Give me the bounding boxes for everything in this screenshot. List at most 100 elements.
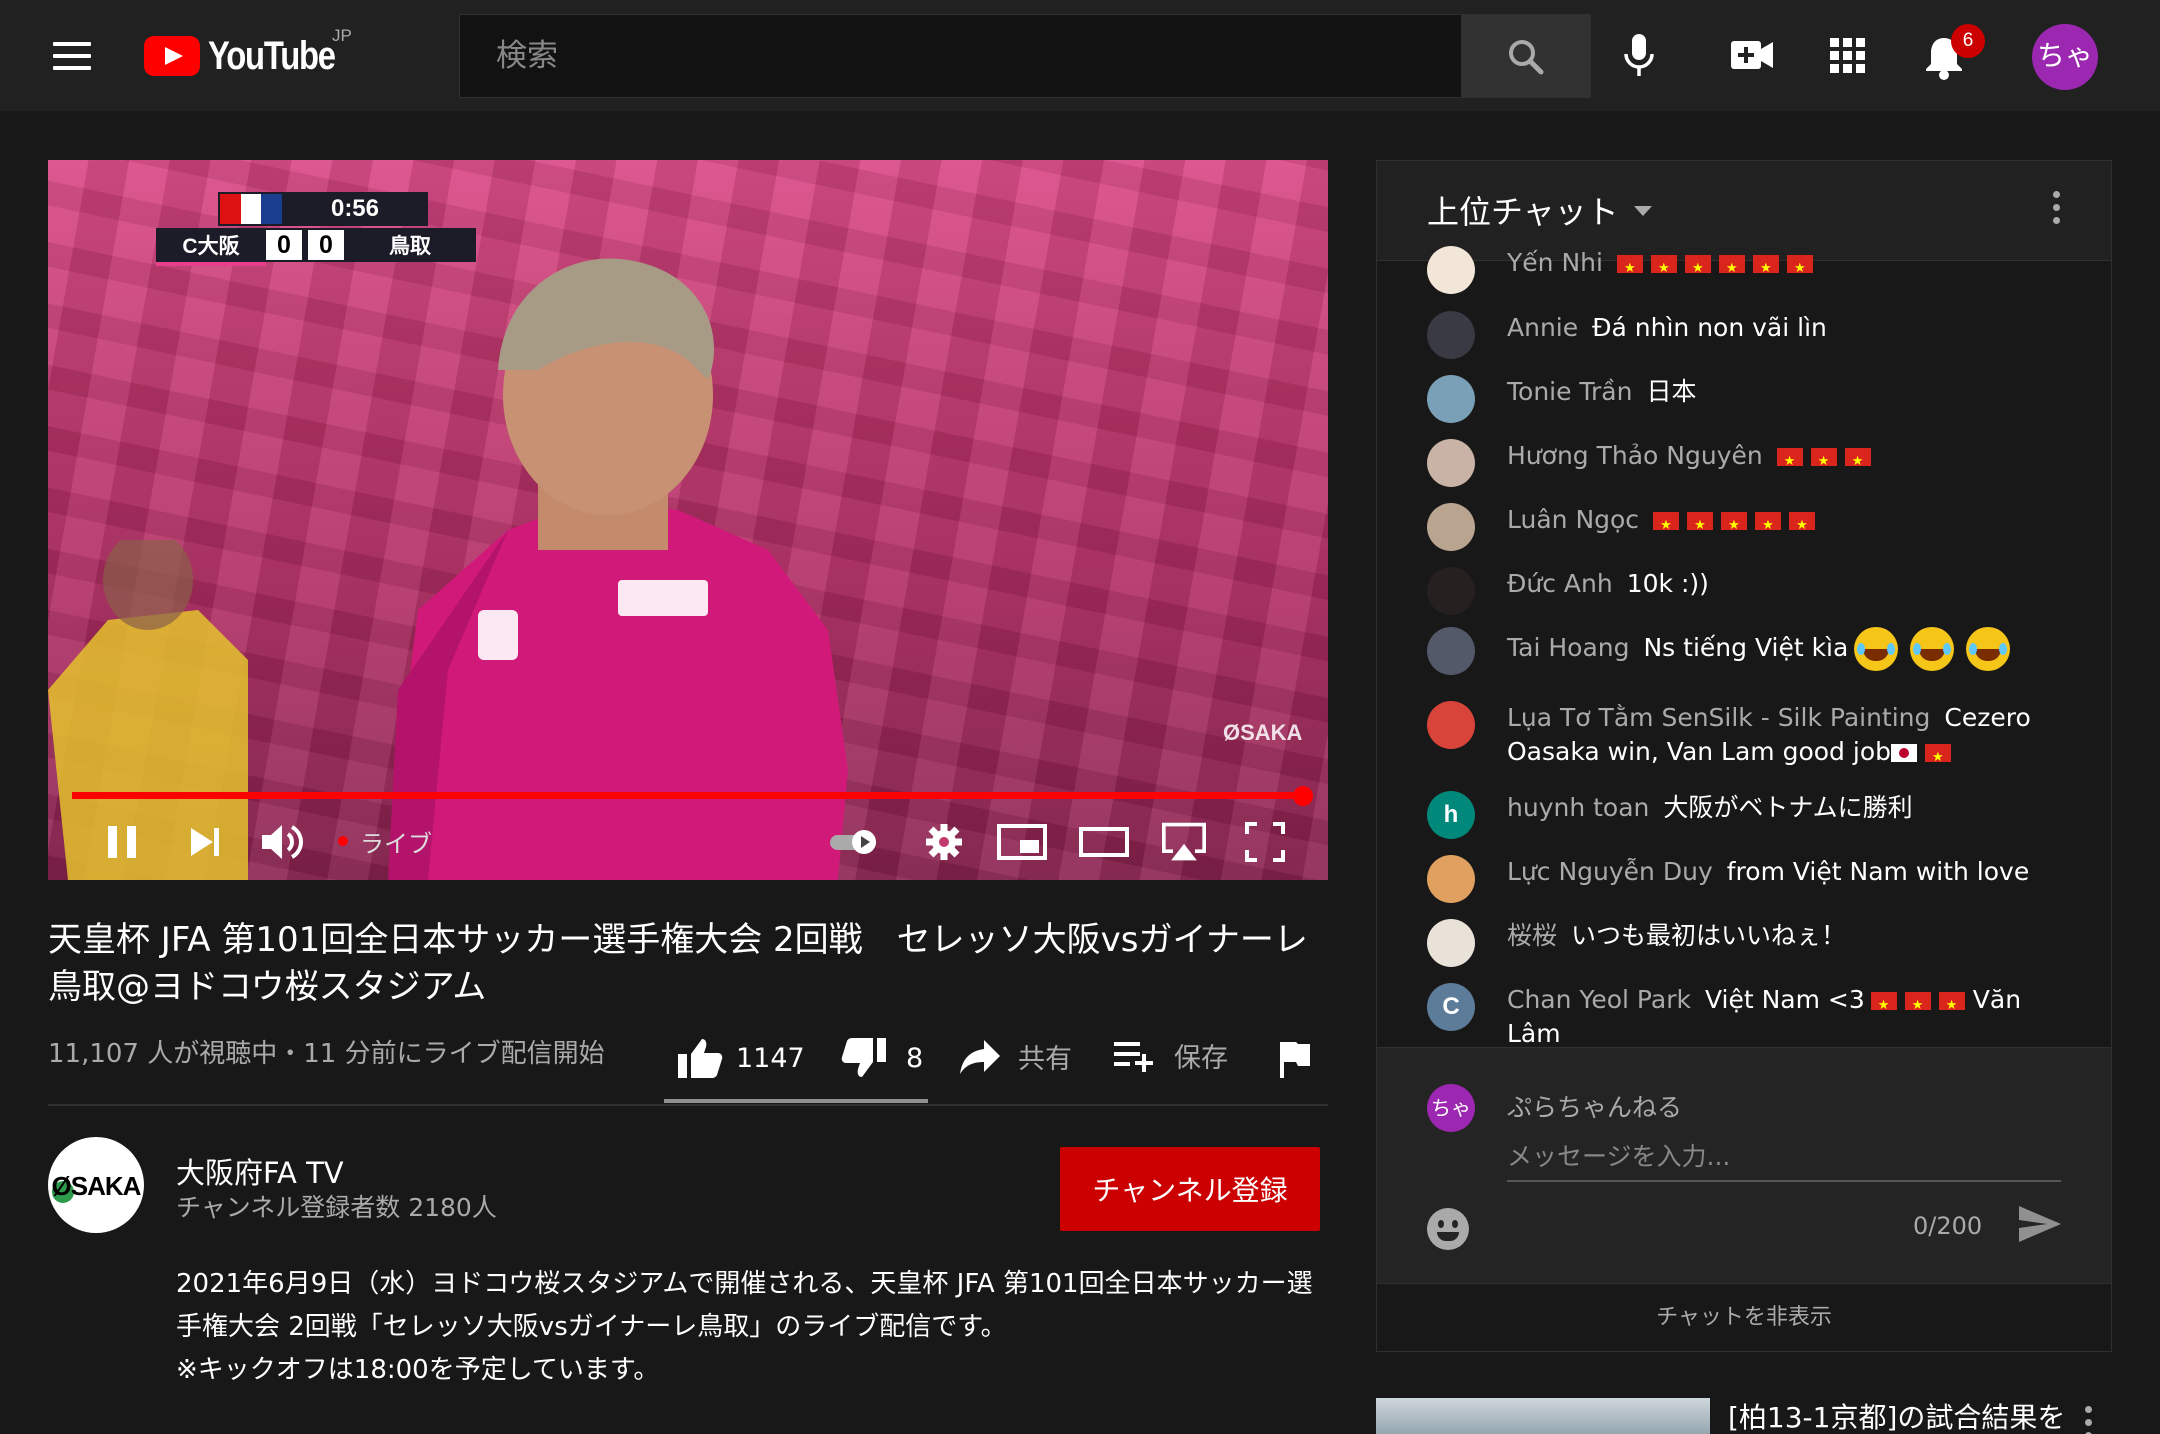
home-team-color-bar: [156, 262, 266, 266]
chat-author-name[interactable]: Tai Hoang: [1507, 633, 1629, 662]
apps-grid-icon[interactable]: [1830, 38, 1866, 74]
emoji-picker-icon[interactable]: [1427, 1208, 1469, 1250]
chat-message: Yến Nhi: [1427, 246, 1821, 294]
like-ratio-bar: [664, 1099, 928, 1103]
chat-message: Lực Nguyễn Duy from Việt Nam with love: [1427, 855, 2029, 903]
chat-message-body: Hương Thảo Nguyên: [1507, 439, 1879, 479]
chat-author-name[interactable]: Annie: [1507, 313, 1578, 342]
chat-message-body: huynh toan 大阪がベトナムに勝利: [1507, 791, 1913, 825]
send-icon[interactable]: [2017, 1204, 2063, 1244]
chat-author-avatar[interactable]: [1427, 919, 1475, 967]
chat-author-name[interactable]: Lụa Tơ Tằm SenSilk - Silk Painting: [1507, 703, 1930, 732]
chat-message-text: from Việt Nam with love: [1726, 857, 2030, 886]
related-more-options-icon[interactable]: [2085, 1406, 2092, 1434]
miniplayer-icon[interactable]: [996, 820, 1048, 864]
report-flag-icon[interactable]: [1276, 1040, 1312, 1080]
vietnam-flag-icon: [1870, 989, 1897, 1023]
share-button[interactable]: 共有: [958, 1036, 1072, 1076]
match-clock: 0:56: [330, 195, 380, 222]
chat-author-avatar[interactable]: [1427, 855, 1475, 903]
video-title: 天皇杯 JFA 第101回全日本サッカー選手権大会 2回戦 セレッソ大阪vsガイ…: [48, 920, 1308, 1007]
chat-author-name[interactable]: Luân Ngọc: [1507, 505, 1639, 534]
chat-message: C Chan Yeol ParkViệt Nam <3Văn Lâm: [1427, 983, 2067, 1051]
chevron-down-icon[interactable]: [1634, 206, 1652, 216]
thumbs-down-icon: [841, 1038, 886, 1077]
emperors-cup-logo: [220, 194, 283, 224]
chat-author-avatar[interactable]: [1427, 627, 1475, 675]
live-label[interactable]: ライブ: [360, 824, 432, 859]
playlist-add-icon: [1114, 1041, 1153, 1072]
more-options-icon[interactable]: [2053, 191, 2061, 230]
chat-message: Hương Thảo Nguyên: [1427, 439, 1879, 487]
notification-count-badge: 6: [1951, 24, 1985, 58]
chat-message-body: Chan Yeol ParkViệt Nam <3Văn Lâm: [1507, 983, 2067, 1051]
chat-message: Đức Anh 10k :)): [1427, 567, 1709, 615]
account-avatar[interactable]: ちゃ: [2032, 24, 2098, 90]
create-video-icon[interactable]: [1730, 38, 1774, 72]
chat-author-name[interactable]: Tonie Trần: [1507, 377, 1632, 406]
home-team: C大阪: [182, 235, 240, 258]
logo-region: JP: [332, 26, 352, 45]
chat-author-name[interactable]: Lực Nguyễn Duy: [1507, 857, 1713, 886]
vietnam-flag-icon: [1653, 509, 1680, 543]
search-button[interactable]: [1461, 14, 1591, 98]
settings-gear-icon[interactable]: [922, 820, 966, 864]
youtube-logo[interactable]: YouTube: [144, 31, 363, 81]
thumbs-up-icon: [678, 1039, 723, 1078]
save-label: 保存: [1174, 1043, 1228, 1074]
chat-author-name[interactable]: Yến Nhi: [1507, 248, 1603, 277]
chat-input-area: ちゃ ぷらちゃんねる 0/200: [1377, 1047, 2111, 1283]
channel-name[interactable]: 大阪府FA TV: [176, 1150, 344, 1192]
chat-author-avatar[interactable]: [1427, 311, 1475, 359]
chat-author-avatar[interactable]: [1427, 246, 1475, 294]
subscribe-button[interactable]: チャンネル登録: [1060, 1147, 1320, 1231]
chat-message-body: Yến Nhi: [1507, 246, 1821, 286]
chat-author-name[interactable]: Hương Thảo Nguyên: [1507, 441, 1763, 470]
search-icon: [1509, 40, 1544, 75]
next-icon[interactable]: [183, 820, 227, 864]
share-label: 共有: [1018, 1043, 1072, 1075]
chat-message: Tonie Trần 日本: [1427, 375, 1697, 423]
chat-author-avatar[interactable]: [1427, 567, 1475, 615]
vietnam-flag-icon: [1755, 509, 1782, 543]
channel-avatar[interactable]: ØSAKA: [48, 1137, 144, 1233]
chat-mode-dropdown[interactable]: 上位チャット: [1427, 187, 1619, 233]
chat-message-body: Tonie Trần 日本: [1507, 375, 1697, 409]
cast-airplay-icon[interactable]: [1158, 820, 1210, 864]
hide-chat-button[interactable]: チャットを非表示: [1377, 1283, 2111, 1351]
pause-icon[interactable]: [100, 820, 144, 864]
chat-author-name[interactable]: huynh toan: [1507, 793, 1649, 822]
dislike-button[interactable]: 8: [840, 1036, 923, 1080]
chat-author-avatar[interactable]: [1427, 439, 1475, 487]
like-button[interactable]: 1147: [676, 1036, 805, 1080]
laughing-emoji-icon: [1966, 627, 2011, 671]
chat-user-avatar: ちゃ: [1427, 1084, 1475, 1132]
laughing-emoji-icon: [1910, 627, 1955, 671]
related-video-title[interactable]: [柏13-1京都]の試合結果を: [1728, 1396, 2065, 1434]
vietnam-flag-icon: [1938, 989, 1965, 1023]
chat-author-avatar[interactable]: h: [1427, 791, 1475, 839]
autoplay-toggle-icon[interactable]: [826, 820, 886, 864]
chat-message-body: Annie Đá nhìn non vãi lìn: [1507, 311, 1827, 345]
related-video-thumbnail[interactable]: [1376, 1398, 1710, 1434]
chat-author-avatar[interactable]: [1427, 701, 1475, 749]
theater-mode-icon[interactable]: [1078, 820, 1130, 864]
chat-author-avatar[interactable]: C: [1427, 983, 1475, 1031]
chat-message-body: Luân Ngọc: [1507, 503, 1823, 543]
volume-icon[interactable]: [258, 820, 308, 864]
search-input[interactable]: [460, 15, 1461, 97]
progress-scrubber[interactable]: [1293, 786, 1313, 806]
chat-message: Tai Hoang Ns tiếng Việt kìa: [1427, 627, 2016, 675]
video-progress-bar[interactable]: [72, 792, 1304, 799]
fullscreen-icon[interactable]: [1243, 820, 1287, 864]
save-button[interactable]: 保存: [1112, 1036, 1228, 1075]
chat-author-name[interactable]: Đức Anh: [1507, 569, 1613, 598]
chat-author-avatar[interactable]: [1427, 375, 1475, 423]
chat-author-avatar[interactable]: [1427, 503, 1475, 551]
microphone-icon[interactable]: [1620, 32, 1658, 80]
video-player[interactable]: 0:56 C大阪 0 0 鳥取 ØSAKA ライブ: [48, 160, 1328, 880]
menu-icon[interactable]: [53, 42, 91, 70]
chat-author-name[interactable]: Chan Yeol Park: [1507, 985, 1691, 1014]
chat-author-name[interactable]: 桜桜: [1507, 921, 1557, 950]
chat-message-input[interactable]: [1507, 1132, 2061, 1182]
